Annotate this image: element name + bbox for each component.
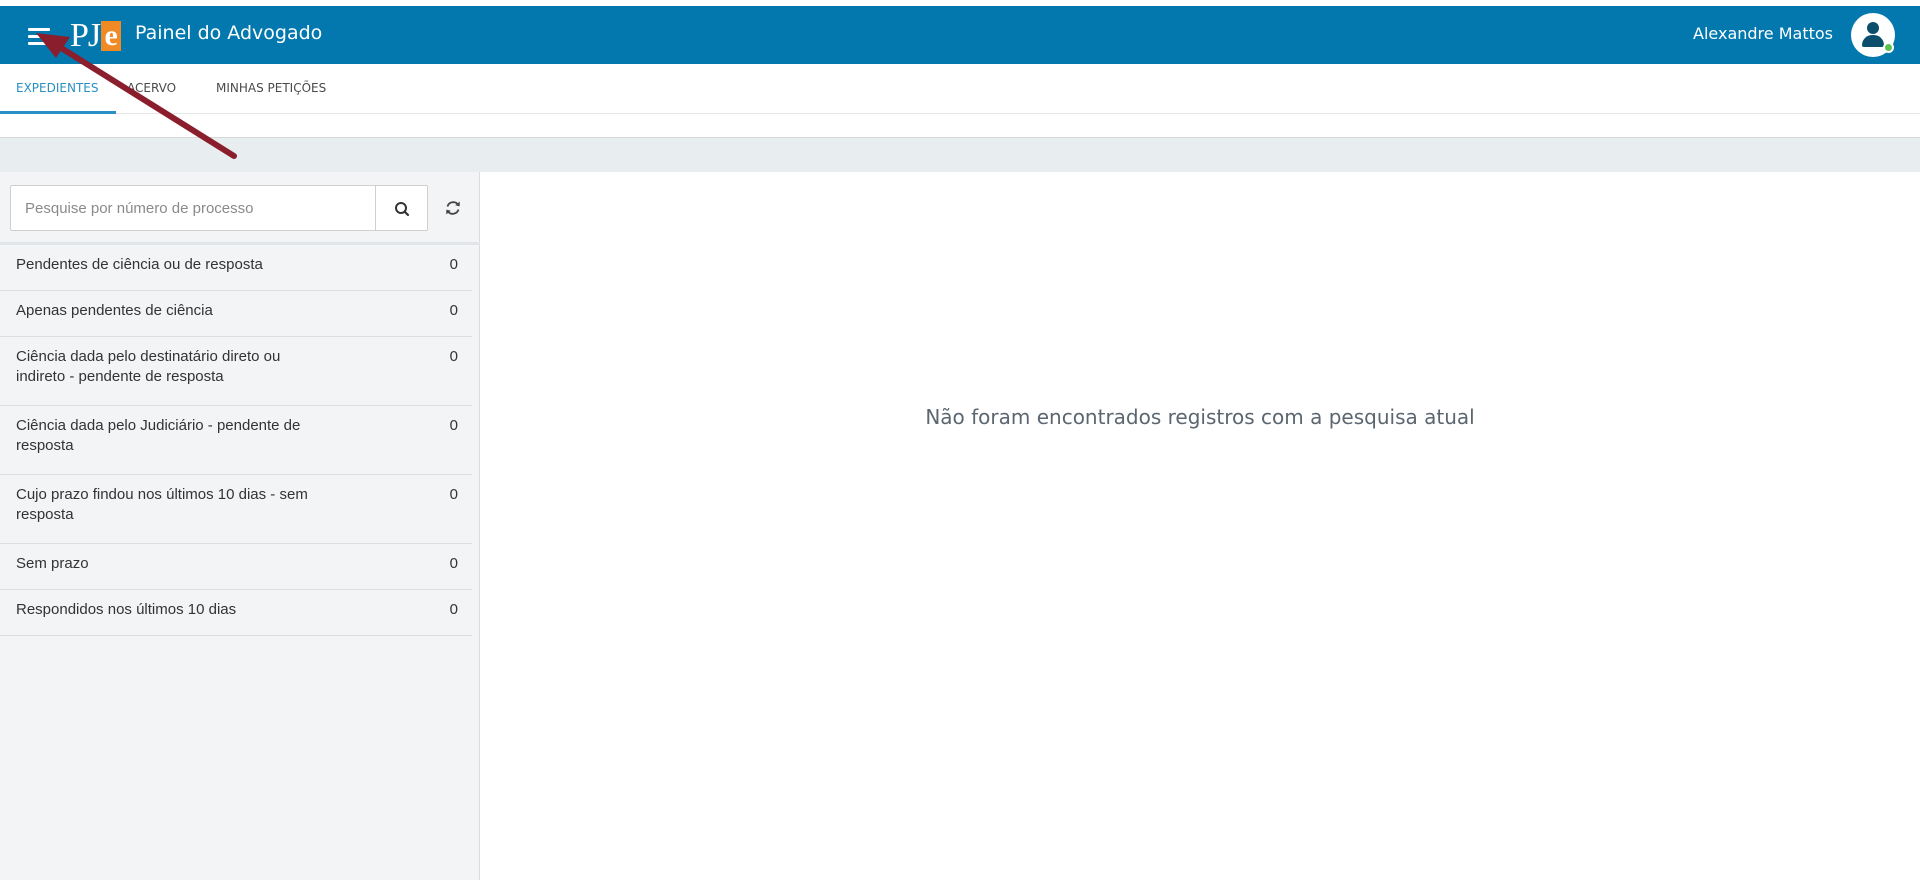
filter-ciencia-destinatario[interactable]: Ciência dada pelo destinatário direto ou… — [0, 337, 472, 406]
filter-label: Cujo prazo findou nos últimos 10 dias - … — [16, 486, 308, 523]
user-name[interactable]: Alexandre Mattos — [1693, 24, 1833, 43]
pje-logo[interactable]: PJ e — [70, 16, 122, 56]
filter-count: 0 — [449, 417, 458, 434]
refresh-icon — [446, 201, 460, 215]
filter-apenas-pendentes-ciencia[interactable]: Apenas pendentes de ciência 0 — [0, 291, 472, 337]
filter-count: 0 — [449, 302, 458, 319]
tab-minhas-peticoes[interactable]: MINHAS PETIÇÕES — [216, 81, 326, 95]
logo-e-text: e — [101, 21, 122, 51]
tab-content-header — [0, 114, 1920, 138]
tab-acervo[interactable]: ACERVO — [127, 81, 176, 95]
filter-list: Pendentes de ciência ou de resposta 0 Ap… — [0, 245, 478, 636]
process-search-input[interactable] — [10, 185, 376, 231]
filter-label: Ciência dada pelo destinatário direto ou… — [16, 348, 281, 385]
filter-prazo-findou[interactable]: Cujo prazo findou nos últimos 10 dias - … — [0, 475, 472, 544]
filter-label: Apenas pendentes de ciência — [16, 302, 213, 319]
filter-label: Respondidos nos últimos 10 dias — [16, 601, 237, 618]
filter-label: Ciência dada pelo Judiciário - pendente … — [16, 417, 301, 454]
search-icon — [395, 202, 410, 217]
filters-sidebar: Pendentes de ciência ou de resposta 0 Ap… — [0, 172, 480, 880]
process-search — [10, 185, 478, 233]
filter-count: 0 — [449, 486, 458, 503]
search-button[interactable] — [376, 185, 428, 231]
filter-pendentes-ciencia-resposta[interactable]: Pendentes de ciência ou de resposta 0 — [0, 245, 472, 291]
content-toolbar-band — [0, 138, 1920, 172]
filter-count: 0 — [449, 601, 458, 618]
filter-count: 0 — [449, 555, 458, 572]
refresh-button[interactable] — [438, 193, 468, 223]
online-status-indicator — [1883, 42, 1894, 53]
filter-label: Sem prazo — [16, 555, 89, 572]
logo-pj-text: PJ — [70, 17, 101, 54]
top-bar: PJ e Painel do Advogado Alexandre Mattos — [0, 0, 1920, 64]
filter-count: 0 — [449, 256, 458, 273]
filter-count: 0 — [449, 348, 458, 365]
filter-sem-prazo[interactable]: Sem prazo 0 — [0, 544, 472, 590]
tab-expedientes[interactable]: EXPEDIENTES — [16, 81, 99, 95]
user-avatar-icon[interactable] — [1851, 13, 1895, 57]
filter-respondidos[interactable]: Respondidos nos últimos 10 dias 0 — [0, 590, 472, 636]
tab-bar: EXPEDIENTES ACERVO MINHAS PETIÇÕES — [0, 64, 1920, 114]
menu-icon[interactable] — [28, 28, 50, 46]
empty-results-message: Não foram encontrados registros com a pe… — [925, 405, 1475, 429]
app-title: Painel do Advogado — [135, 22, 323, 44]
filter-label: Pendentes de ciência ou de resposta — [16, 256, 263, 273]
filter-ciencia-judiciario[interactable]: Ciência dada pelo Judiciário - pendente … — [0, 406, 472, 475]
